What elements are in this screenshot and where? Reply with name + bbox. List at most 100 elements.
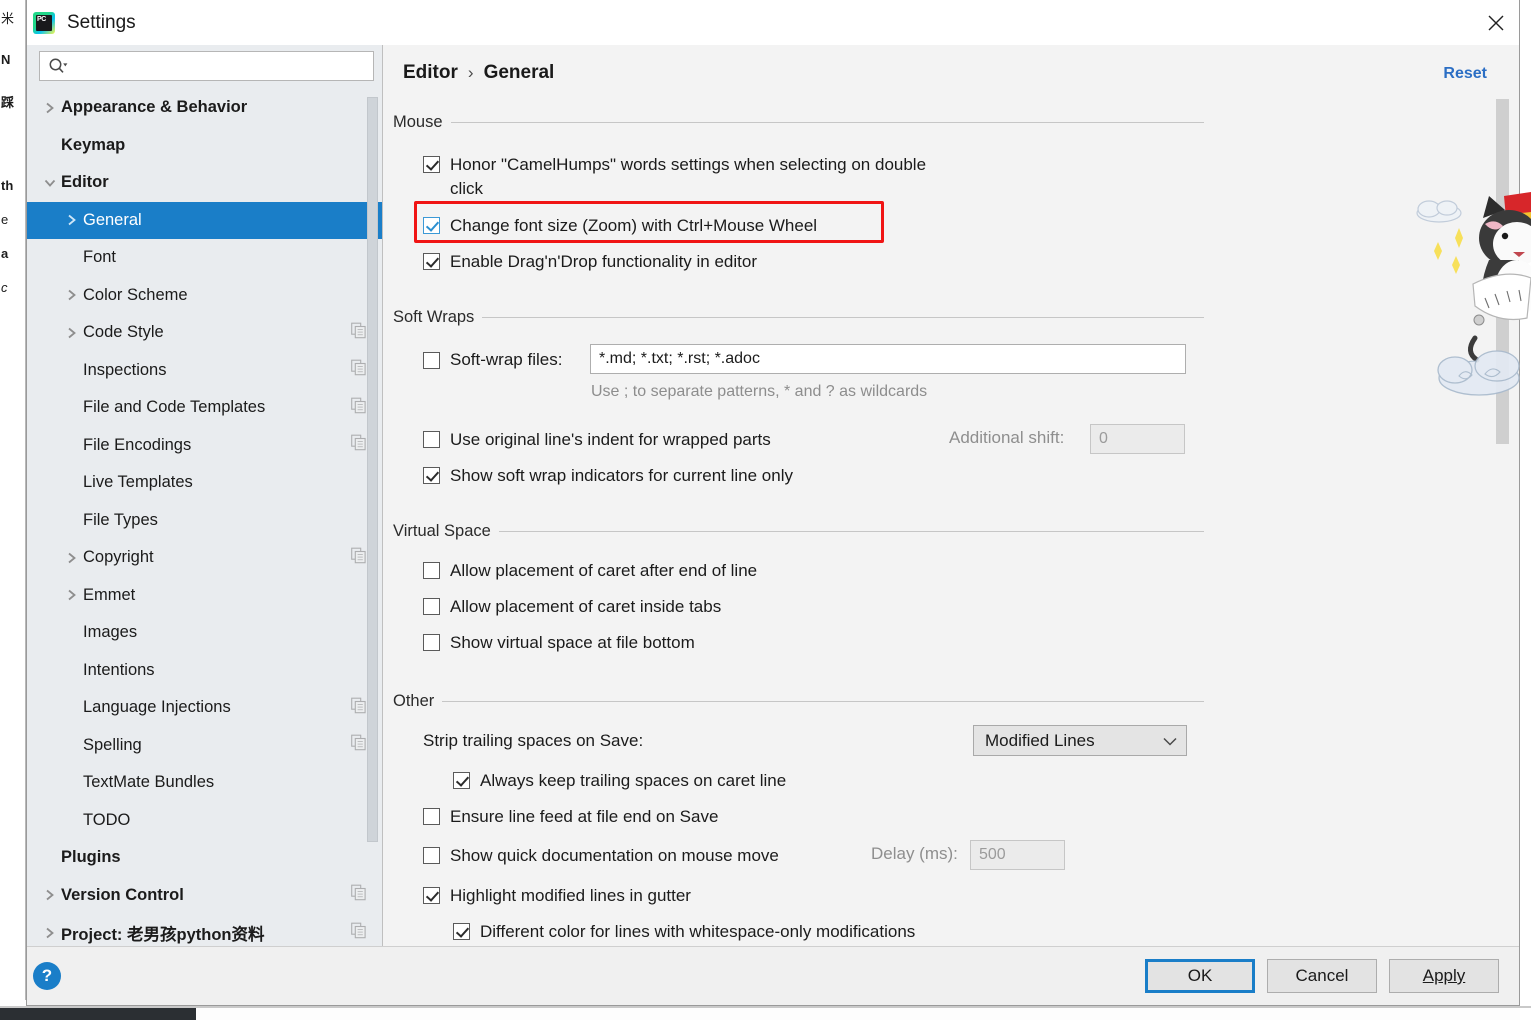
dialog-body: Appearance & Behavior Keymap Editor General… (27, 45, 1519, 946)
highlight-modified-checkbox[interactable] (423, 887, 440, 904)
sidebar-scrollbar-thumb[interactable] (367, 97, 378, 842)
breadcrumb-parent[interactable]: Editor (403, 62, 458, 84)
soft-wrap-hint: Use ; to separate patterns, * and ? as w… (591, 383, 928, 400)
sidebar-item-version-control[interactable]: Version Control (27, 877, 382, 915)
copy-settings-icon[interactable] (351, 359, 366, 381)
sidebar-item-live-templates[interactable]: Live Templates (27, 464, 382, 502)
soft-wrap-files-input[interactable]: *.md; *.txt; *.rst; *.adoc (590, 344, 1186, 374)
search-icon (48, 57, 68, 75)
option-always-keep[interactable]: Always keep trailing spaces on caret lin… (453, 769, 786, 793)
sidebar-item-file-and-code-templates[interactable]: File and Code Templates (27, 389, 382, 427)
sidebar-item-keymap[interactable]: Keymap (27, 127, 382, 165)
background-ide-sliver: 米 N 踩 th e a c (0, 0, 26, 1000)
sidebar-item-label: Color Scheme (83, 285, 188, 304)
sidebar-item-images[interactable]: Images (27, 614, 382, 652)
show-indicators-label: Show soft wrap indicators for current li… (450, 466, 793, 485)
sidebar-item-project-python[interactable]: Project: 老男孩python资料 (27, 914, 382, 946)
show-indicators-checkbox[interactable] (423, 467, 440, 484)
sidebar-item-label: Language Injections (83, 698, 231, 717)
copy-settings-icon[interactable] (351, 322, 366, 343)
additional-shift-input[interactable]: 0 (1090, 424, 1185, 454)
group-virtual-space-header: Virtual Space (393, 522, 1519, 541)
sidebar-item-general[interactable]: General (27, 201, 382, 239)
strip-trailing-dropdown[interactable]: Modified Lines (973, 725, 1187, 756)
virtual-space-bottom-checkbox[interactable] (423, 634, 440, 651)
title-bar: PC Settings (27, 0, 1519, 45)
original-indent-label: Use original line's indent for wrapped p… (450, 430, 771, 449)
sidebar-item-file-types[interactable]: File Types (27, 502, 382, 540)
settings-tree: Appearance & Behavior Keymap Editor General… (27, 89, 382, 946)
sidebar-item-language-injections[interactable]: Language Injections (27, 689, 382, 727)
sidebar-item-textmate-bundles[interactable]: TextMate Bundles (27, 764, 382, 802)
quick-doc-checkbox[interactable] (423, 847, 440, 864)
sidebar-item-emmet[interactable]: Emmet (27, 577, 382, 615)
sidebar-item-label: Editor (61, 173, 109, 192)
panel-scrollbar-thumb[interactable] (1496, 99, 1509, 444)
copy-settings-icon[interactable] (351, 397, 366, 418)
option-ensure-line-feed[interactable]: Ensure line feed at file end on Save (423, 805, 718, 829)
caret-inside-tabs-checkbox[interactable] (423, 598, 440, 615)
option-quick-doc[interactable]: Show quick documentation on mouse move (423, 844, 779, 868)
option-highlight-modified[interactable]: Highlight modified lines in gutter (423, 884, 691, 908)
search-input[interactable] (68, 53, 373, 79)
sidebar-item-spelling[interactable]: Spelling (27, 727, 382, 765)
copy-settings-icon[interactable] (351, 922, 366, 943)
sidebar-item-todo[interactable]: TODO (27, 802, 382, 840)
option-caret-inside-tabs[interactable]: Allow placement of caret inside tabs (423, 595, 721, 619)
copy-settings-icon[interactable] (351, 734, 366, 756)
sidebar-item-font[interactable]: Font (27, 239, 382, 277)
cancel-button[interactable]: Cancel (1267, 959, 1377, 993)
original-indent-checkbox[interactable] (423, 431, 440, 448)
close-icon[interactable] (1473, 0, 1519, 45)
sidebar-item-file-encodings[interactable]: File Encodings (27, 427, 382, 465)
sidebar-item-intentions[interactable]: Intentions (27, 652, 382, 690)
option-drag-n-drop[interactable]: Enable Drag'n'Drop functionality in edit… (423, 250, 757, 274)
option-caret-after-eol[interactable]: Allow placement of caret after end of li… (423, 559, 757, 583)
settings-dialog: PC Settings Appearance & Behavior Keymap… (26, 0, 1520, 1006)
sidebar-item-label: Images (83, 623, 138, 642)
drag-n-drop-checkbox[interactable] (423, 253, 440, 270)
apply-button[interactable]: Apply (1389, 959, 1499, 993)
change-font-size-label: Change font size (Zoom) with Ctrl+Mouse … (450, 216, 818, 235)
option-honor-camelhumps[interactable]: Honor "CamelHumps" words settings when s… (423, 153, 963, 201)
always-keep-checkbox[interactable] (453, 772, 470, 789)
copy-settings-icon[interactable] (351, 697, 366, 718)
sidebar-item-copyright[interactable]: Copyright (27, 539, 382, 577)
different-color-label: Different color for lines with whitespac… (480, 922, 916, 941)
change-font-size-checkbox[interactable] (423, 217, 440, 234)
option-original-indent[interactable]: Use original line's indent for wrapped p… (423, 428, 771, 452)
option-show-indicators[interactable]: Show soft wrap indicators for current li… (423, 464, 793, 488)
copy-settings-icon[interactable] (351, 434, 366, 456)
settings-panel: Editor › General Reset Mouse Honor "Came… (383, 45, 1519, 946)
help-icon[interactable]: ? (33, 962, 61, 990)
soft-wrap-files-checkbox[interactable] (423, 351, 440, 369)
option-change-font-size[interactable]: Change font size (Zoom) with Ctrl+Mouse … (423, 214, 817, 238)
option-different-color[interactable]: Different color for lines with whitespac… (453, 920, 915, 944)
sidebar-item-editor[interactable]: Editor (27, 164, 382, 202)
copy-settings-icon[interactable] (351, 884, 366, 906)
caret-after-eol-checkbox[interactable] (423, 562, 440, 579)
highlight-modified-label: Highlight modified lines in gutter (450, 886, 691, 905)
divider (482, 317, 1204, 318)
sidebar-item-code-style[interactable]: Code Style (27, 314, 382, 352)
sidebar-item-label: Version Control (61, 885, 184, 904)
sidebar-item-label: Live Templates (83, 473, 193, 492)
delay-input[interactable]: 500 (970, 840, 1065, 870)
always-keep-label: Always keep trailing spaces on caret lin… (480, 771, 787, 790)
sidebar-item-plugins[interactable]: Plugins (27, 839, 382, 877)
option-soft-wrap-files[interactable]: Soft-wrap files: (423, 348, 562, 372)
copy-settings-icon[interactable] (351, 547, 366, 568)
ensure-line-feed-checkbox[interactable] (423, 808, 440, 825)
option-virtual-space-bottom[interactable]: Show virtual space at file bottom (423, 631, 695, 655)
reset-link[interactable]: Reset (1443, 65, 1487, 83)
sidebar-item-inspections[interactable]: Inspections (27, 352, 382, 390)
caret-after-eol-label: Allow placement of caret after end of li… (450, 561, 758, 580)
ok-button[interactable]: OK (1145, 959, 1255, 993)
group-virtual-space-title: Virtual Space (393, 522, 491, 540)
sidebar-item-appearance-behavior[interactable]: Appearance & Behavior (27, 89, 382, 127)
chevron-right-icon: › (467, 63, 474, 82)
sidebar-item-color-scheme[interactable]: Color Scheme (27, 277, 382, 315)
search-box[interactable] (39, 51, 374, 81)
honor-camelhumps-checkbox[interactable] (423, 156, 440, 173)
different-color-checkbox[interactable] (453, 923, 470, 940)
